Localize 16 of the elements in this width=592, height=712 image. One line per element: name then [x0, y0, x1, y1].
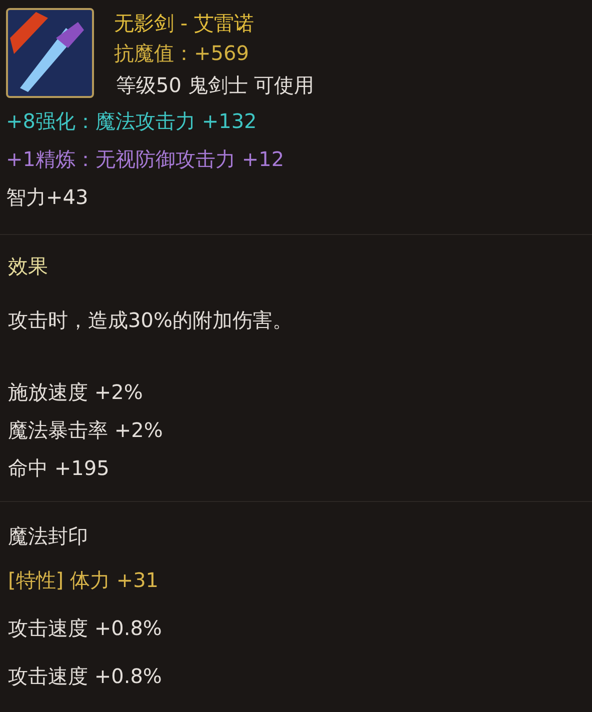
effect-line: 攻击时，造成30%的附加伤害。 — [8, 307, 294, 334]
seal-line: 攻击速度 +0.8% — [8, 615, 163, 642]
attribute-line: 智力+43 — [6, 184, 90, 211]
magic-resist: 抗魔值：+569 — [114, 40, 250, 67]
seal-line: [特性] 体力 +31 — [8, 567, 160, 594]
attribute-line: +1精炼：无视防御攻击力 +12 — [6, 146, 286, 173]
section-heading: 魔法封印 — [8, 523, 89, 550]
effect-line: 命中 +195 — [8, 455, 110, 482]
seal-line: 攻击速度 +0.8% — [8, 663, 163, 690]
effect-line: 施放速度 +2% — [8, 379, 144, 406]
attribute-line: +8强化：魔法攻击力 +132 — [6, 108, 258, 135]
sword-icon — [6, 8, 94, 98]
section-heading: 效果 — [8, 253, 49, 280]
item-name: 无影剑 - 艾雷诺 — [114, 10, 255, 37]
effect-line: 魔法暴击率 +2% — [8, 417, 164, 444]
requirement-text: 等级50 鬼剑士 可使用 — [115, 72, 314, 99]
